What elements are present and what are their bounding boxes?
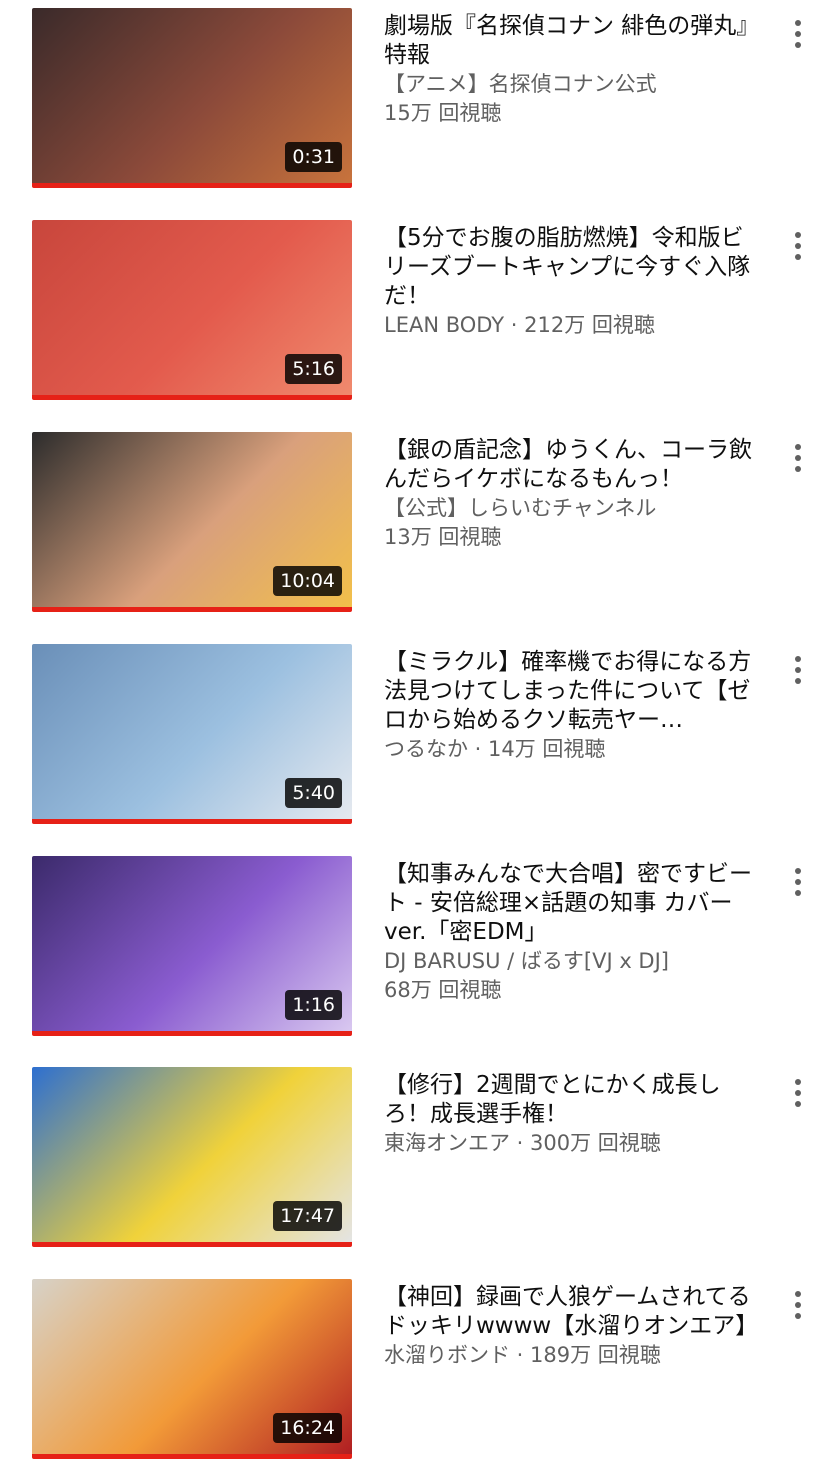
duration-badge: 10:04 — [273, 566, 342, 596]
more-options-icon[interactable] — [786, 652, 810, 688]
video-title[interactable]: 【5分でお腹の脂肪燃焼】令和版ビリーズブートキャンプに今すぐ入隊だ！ — [384, 224, 756, 311]
video-channel-line: DJ BARUSU / ばるす[VJ x DJ] — [384, 949, 669, 973]
menu-dot — [795, 1291, 801, 1297]
video-feed: 0:31 劇場版『名探偵コナン 緋色の弾丸』特報 【アニメ】名探偵コナン公式 1… — [0, 0, 828, 1464]
more-options-icon[interactable] — [786, 16, 810, 52]
video-item[interactable]: 5:16 【5分でお腹の脂肪燃焼】令和版ビリーズブートキャンプに今すぐ入隊だ！ … — [0, 220, 828, 420]
video-metadata[interactable]: 【5分でお腹の脂肪燃焼】令和版ビリーズブートキャンプに今すぐ入隊だ！ LEAN … — [384, 224, 756, 340]
more-options-icon[interactable] — [786, 440, 810, 476]
menu-dot — [795, 1101, 801, 1107]
duration-badge: 5:40 — [285, 778, 342, 808]
video-channel-line: 【アニメ】名探偵コナン公式 — [384, 72, 657, 96]
menu-dot — [795, 455, 801, 461]
video-item[interactable]: 1:16 【知事みんなで大合唱】密ですビート - 安倍総理×話題の知事 カバー … — [0, 856, 828, 1056]
menu-dot — [795, 879, 801, 885]
menu-dot — [795, 232, 801, 238]
thumbnail-bottom-bar — [32, 1031, 352, 1036]
menu-dot — [795, 1313, 801, 1319]
video-thumbnail[interactable]: 0:31 — [32, 8, 352, 188]
menu-dot — [795, 890, 801, 896]
thumbnail-bottom-bar — [32, 607, 352, 612]
video-item[interactable]: 17:47 【修行】2週間でとにかく成長しろ！成長選手権！ 東海オンエア · 3… — [0, 1067, 828, 1267]
duration-badge: 0:31 — [285, 142, 342, 172]
video-title[interactable]: 劇場版『名探偵コナン 緋色の弾丸』特報 — [384, 12, 756, 70]
menu-dot — [795, 1090, 801, 1096]
more-options-icon[interactable] — [786, 1287, 810, 1323]
video-thumbnail[interactable]: 16:24 — [32, 1279, 352, 1459]
menu-dot — [795, 1079, 801, 1085]
menu-dot — [795, 1302, 801, 1308]
video-title[interactable]: 【修行】2週間でとにかく成長しろ！成長選手権！ — [384, 1071, 756, 1129]
video-thumbnail[interactable]: 1:16 — [32, 856, 352, 1036]
video-item[interactable]: 16:24 【神回】録画で人狼ゲームされてるドッキリwwww【水溜りオンエア】 … — [0, 1279, 828, 1479]
video-title[interactable]: 【ミラクル】確率機でお得になる方法見つけてしまった件について【ゼロから始めるクソ… — [384, 648, 756, 735]
video-metadata[interactable]: 【銀の盾記念】ゆうくん、コーラ飲んだらイケボになるもんっ！ 【公式】しらいむチャ… — [384, 436, 756, 552]
menu-dot — [795, 254, 801, 260]
menu-dot — [795, 466, 801, 472]
duration-badge: 1:16 — [285, 990, 342, 1020]
more-options-icon[interactable] — [786, 228, 810, 264]
duration-badge: 16:24 — [273, 1413, 342, 1443]
video-item[interactable]: 0:31 劇場版『名探偵コナン 緋色の弾丸』特報 【アニメ】名探偵コナン公式 1… — [0, 8, 828, 208]
video-channel-line: 【公式】しらいむチャンネル — [384, 496, 657, 520]
menu-dot — [795, 444, 801, 450]
video-channel-line: LEAN BODY · 212万 回視聴 — [384, 313, 655, 337]
more-options-icon[interactable] — [786, 1075, 810, 1111]
menu-dot — [795, 20, 801, 26]
thumbnail-bottom-bar — [32, 395, 352, 400]
video-channel-line: 東海オンエア · 300万 回視聴 — [384, 1131, 661, 1155]
video-metadata[interactable]: 【ミラクル】確率機でお得になる方法見つけてしまった件について【ゼロから始めるクソ… — [384, 648, 756, 764]
duration-badge: 5:16 — [285, 354, 342, 384]
video-channel-line: 水溜りボンド · 189万 回視聴 — [384, 1343, 661, 1367]
video-title[interactable]: 【神回】録画で人狼ゲームされてるドッキリwwww【水溜りオンエア】 — [384, 1283, 756, 1341]
video-metadata[interactable]: 【神回】録画で人狼ゲームされてるドッキリwwww【水溜りオンエア】 水溜りボンド… — [384, 1283, 756, 1370]
menu-dot — [795, 678, 801, 684]
thumbnail-bottom-bar — [32, 1454, 352, 1459]
video-views-line: 13万 回視聴 — [384, 525, 502, 549]
video-views-line: 15万 回視聴 — [384, 101, 502, 125]
video-thumbnail[interactable]: 10:04 — [32, 432, 352, 612]
video-thumbnail[interactable]: 17:47 — [32, 1067, 352, 1247]
thumbnail-bottom-bar — [32, 1242, 352, 1247]
video-channel-line: つるなか · 14万 回視聴 — [384, 737, 606, 761]
menu-dot — [795, 42, 801, 48]
video-metadata[interactable]: 【知事みんなで大合唱】密ですビート - 安倍総理×話題の知事 カバー ver.「… — [384, 860, 756, 1005]
video-views-line: 68万 回視聴 — [384, 978, 502, 1002]
video-metadata[interactable]: 【修行】2週間でとにかく成長しろ！成長選手権！ 東海オンエア · 300万 回視… — [384, 1071, 756, 1158]
video-title[interactable]: 【知事みんなで大合唱】密ですビート - 安倍総理×話題の知事 カバー ver.「… — [384, 860, 756, 947]
menu-dot — [795, 31, 801, 37]
video-item[interactable]: 5:40 【ミラクル】確率機でお得になる方法見つけてしまった件について【ゼロから… — [0, 644, 828, 844]
video-thumbnail[interactable]: 5:40 — [32, 644, 352, 824]
video-thumbnail[interactable]: 5:16 — [32, 220, 352, 400]
video-title[interactable]: 【銀の盾記念】ゆうくん、コーラ飲んだらイケボになるもんっ！ — [384, 436, 756, 494]
more-options-icon[interactable] — [786, 864, 810, 900]
thumbnail-bottom-bar — [32, 819, 352, 824]
video-metadata[interactable]: 劇場版『名探偵コナン 緋色の弾丸』特報 【アニメ】名探偵コナン公式 15万 回視… — [384, 12, 756, 128]
menu-dot — [795, 667, 801, 673]
menu-dot — [795, 868, 801, 874]
duration-badge: 17:47 — [273, 1201, 342, 1231]
menu-dot — [795, 656, 801, 662]
video-item[interactable]: 10:04 【銀の盾記念】ゆうくん、コーラ飲んだらイケボになるもんっ！ 【公式】… — [0, 432, 828, 632]
menu-dot — [795, 243, 801, 249]
thumbnail-bottom-bar — [32, 183, 352, 188]
